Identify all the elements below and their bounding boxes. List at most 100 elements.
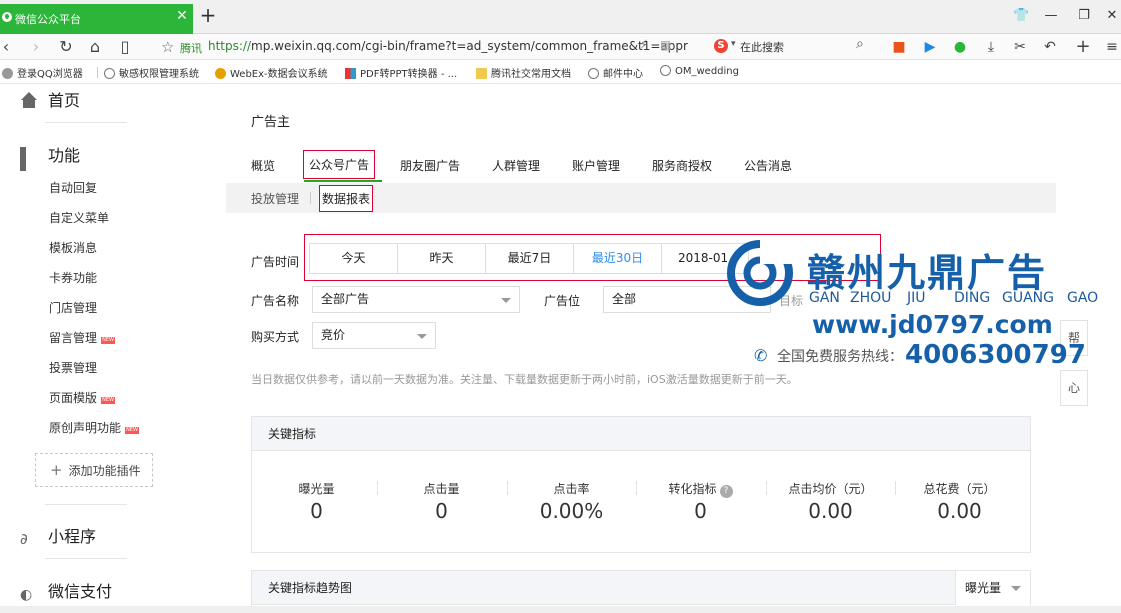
- restore-icon[interactable]: ❐: [1076, 8, 1092, 24]
- home-icon[interactable]: ⌂: [85, 37, 105, 57]
- tab-official-account-ads[interactable]: 公众号广告: [303, 150, 376, 179]
- sidebar-home-label: 首页: [48, 91, 81, 110]
- chevron-down-icon[interactable]: ▾: [731, 39, 736, 49]
- sidebar: 首页 功能 自动回复 自定义菜单 模板消息 卡券功能 门店管理 留言管理 NEW …: [0, 84, 226, 613]
- date-option-30days[interactable]: 最近30日: [574, 244, 662, 273]
- download-icon[interactable]: ⤓: [982, 38, 1000, 56]
- sidebar-item-page-template[interactable]: 页面模版 NEW: [49, 389, 116, 406]
- sidebar-item-coupons[interactable]: 卡券功能: [49, 269, 97, 286]
- window-close-icon[interactable]: ✕: [1104, 8, 1120, 24]
- undo-icon[interactable]: ↶: [1041, 38, 1059, 56]
- tab-moments-ads[interactable]: 朋友圈广告: [400, 157, 460, 174]
- feedback-float-button[interactable]: 心: [1060, 370, 1088, 406]
- back-icon[interactable]: ‹: [0, 37, 16, 57]
- browser-tab-active[interactable]: 微信公众平台 ✕: [0, 4, 193, 34]
- bookmark-label: 敏感权限管理系统: [119, 69, 199, 80]
- bookmark-label: OM_wedding: [675, 66, 739, 77]
- ad-slot-select[interactable]: 全部: [603, 286, 771, 313]
- sidebar-item-template-message[interactable]: 模板消息: [49, 239, 97, 256]
- ad-name-label: 广告名称: [251, 294, 300, 308]
- bookmark-item[interactable]: 邮件中心: [588, 65, 643, 80]
- sidebar-item-custom-menu[interactable]: 自定义菜单: [49, 209, 109, 226]
- ad-name-select[interactable]: 全部广告: [312, 286, 520, 313]
- sidebar-item-auto-reply[interactable]: 自动回复: [49, 179, 97, 196]
- scissors-icon[interactable]: ✂: [1011, 38, 1029, 56]
- user-icon: [2, 68, 13, 79]
- address-bar[interactable]: ☆ 腾讯 https://mp.weixin.qq.com/cgi-bin/fr…: [157, 36, 697, 58]
- bookmark-label: WebEx-数据会议系统: [230, 69, 328, 80]
- tab-close-icon[interactable]: ✕: [175, 9, 189, 23]
- globe-icon: [660, 65, 671, 76]
- bookmark-item[interactable]: 腾讯社交常用文档: [476, 65, 571, 80]
- metric-label: 总花费（元）: [923, 482, 996, 496]
- star-icon[interactable]: ☆: [161, 38, 174, 56]
- trend-metric-select[interactable]: 曝光量: [955, 571, 1030, 605]
- date-option-7days[interactable]: 最近7日: [486, 244, 574, 273]
- sidebar-home[interactable]: 首页: [20, 87, 80, 111]
- subtab-data-report[interactable]: 数据报表: [319, 185, 374, 212]
- search-icon[interactable]: ⌕: [856, 36, 864, 52]
- bookmark-item[interactable]: WebEx-数据会议系统: [215, 65, 328, 80]
- search-input[interactable]: 在此搜索: [740, 39, 784, 55]
- bookmark-item[interactable]: 登录QQ浏览器: [2, 65, 83, 80]
- sidebar-wechat-pay[interactable]: ◐ 微信支付: [20, 578, 112, 603]
- sidebar-item-vote-management[interactable]: 投票管理: [49, 359, 97, 376]
- sidebar-divider: [45, 122, 127, 123]
- trend-panel: 关键指标趋势图 曝光量: [251, 570, 1031, 610]
- wechat-icon[interactable]: ●: [951, 38, 969, 56]
- bookmark-item[interactable]: 敏感权限管理系统: [104, 65, 199, 80]
- forward-icon[interactable]: ›: [26, 37, 46, 57]
- subtab-campaign-management[interactable]: 投放管理: [251, 190, 299, 207]
- new-badge: NEW: [101, 337, 116, 344]
- sidebar-item-original-declaration[interactable]: 原创声明功能 NEW: [49, 419, 140, 436]
- buy-type-select[interactable]: 竞价: [312, 322, 436, 349]
- page-title: 广告主: [251, 115, 291, 130]
- reader-icon[interactable]: ▯: [115, 37, 135, 57]
- browser-nav-bar: ‹ › ↻ ⌂ ▯ ☆ 腾讯 https://mp.weixin.qq.com/…: [0, 34, 1121, 60]
- metric-label: 点击率: [553, 482, 590, 496]
- metric-conversions: 转化指标? 0: [636, 451, 765, 551]
- browser-tab-bar: 微信公众平台 ✕ + 👕 — ❐ ✕: [0, 0, 1121, 34]
- url-text[interactable]: https://mp.weixin.qq.com/cgi-bin/frame?t…: [208, 39, 688, 53]
- add-plugin-button[interactable]: + 添加功能插件: [35, 453, 153, 487]
- url-scheme: https://: [208, 39, 252, 53]
- tab-account-management[interactable]: 账户管理: [572, 157, 620, 174]
- lightning-icon[interactable]: ⚡: [639, 38, 648, 53]
- tab-title: 微信公众平台: [15, 13, 81, 26]
- key-metrics-panel: 关键指标 曝光量 0 点击量 0 点击率 0.00% 转化指标? 0 点击均价（元） 0.…: [251, 416, 1031, 553]
- add-icon[interactable]: +: [1074, 38, 1092, 56]
- date-custom-range[interactable]: 2018-01: [662, 244, 750, 273]
- search-box[interactable]: S ▾ 在此搜索 ⌕: [712, 36, 877, 58]
- video-icon[interactable]: ■: [890, 38, 908, 56]
- sogou-logo-icon: S: [714, 39, 728, 53]
- help-question-icon[interactable]: ?: [719, 485, 733, 498]
- tab-announcements[interactable]: 公告消息: [744, 157, 792, 174]
- new-tab-button[interactable]: +: [199, 5, 217, 25]
- sidebar-wechat-pay-label: 微信支付: [48, 582, 113, 601]
- menu-icon[interactable]: ≡: [1103, 38, 1121, 56]
- help-float-button[interactable]: 帮: [1060, 320, 1088, 356]
- sidebar-item-comment-management[interactable]: 留言管理 NEW: [49, 329, 116, 346]
- ad-slot-label: 广告位: [544, 294, 581, 308]
- sidebar-item-label: 门店管理: [49, 301, 98, 315]
- shirt-skin-icon[interactable]: 👕: [1013, 8, 1029, 24]
- bookmark-item[interactable]: OM_wedding: [660, 65, 739, 77]
- minimize-icon[interactable]: —: [1043, 8, 1059, 24]
- bookmark-item[interactable]: PDF转PPT转换器 - ...: [345, 65, 457, 80]
- tab-provider-authorization[interactable]: 服务商授权: [652, 157, 712, 174]
- sidebar-item-store-management[interactable]: 门店管理: [49, 299, 97, 316]
- sidebar-mini-program[interactable]: ∂ 小程序: [20, 523, 96, 548]
- tab-audience-management[interactable]: 人群管理: [492, 157, 540, 174]
- bookmark-label: 邮件中心: [603, 69, 643, 80]
- ad-name-value: 全部广告: [321, 292, 370, 306]
- metric-label: 曝光量: [298, 482, 335, 496]
- sidebar-features[interactable]: 功能: [20, 142, 80, 171]
- play-icon[interactable]: ▶: [921, 38, 939, 56]
- tab-overview[interactable]: 概览: [251, 157, 275, 174]
- date-option-yesterday[interactable]: 昨天: [398, 244, 486, 273]
- qr-code-icon[interactable]: ▦: [660, 38, 671, 52]
- globe-icon: [588, 68, 599, 79]
- buy-type-value: 竞价: [321, 328, 346, 342]
- refresh-icon[interactable]: ↻: [56, 37, 76, 57]
- date-option-today[interactable]: 今天: [310, 244, 398, 273]
